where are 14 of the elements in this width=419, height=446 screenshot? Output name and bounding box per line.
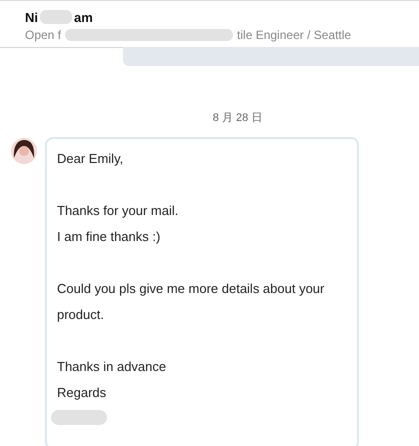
message-text: Could you pls give me more details about your product. <box>57 280 326 324</box>
message-text: Regards <box>57 384 108 402</box>
contact-name: am <box>74 10 93 24</box>
date-separator: 8 月 28 日 <box>212 111 264 125</box>
message-text: Thanks for your mail. <box>57 202 180 220</box>
message-text: Dear Emily, <box>57 150 124 168</box>
message-text: I am fine thanks :) <box>57 228 162 246</box>
redaction-blur <box>40 10 72 24</box>
contact-headline: tile Engineer / Seattle <box>237 28 352 42</box>
contact-name: Ni <box>25 10 38 24</box>
redaction-blur <box>51 410 107 425</box>
avatar <box>11 138 37 164</box>
contact-headline: Open f <box>25 28 62 42</box>
message-text: Thanks in advance <box>57 358 168 376</box>
